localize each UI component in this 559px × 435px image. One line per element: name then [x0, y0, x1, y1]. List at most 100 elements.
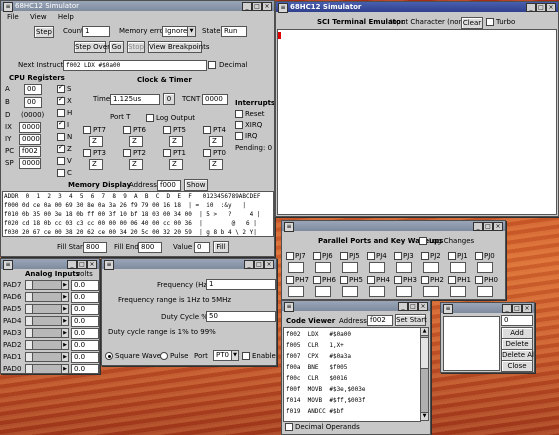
pad-value[interactable]: 0.0: [71, 292, 99, 303]
pulse-titlebar[interactable]: ≡ _ □ ×: [102, 259, 276, 270]
ph0-checkbox[interactable]: [475, 276, 483, 284]
stop-button[interactable]: Stop: [127, 41, 145, 53]
minimize-icon[interactable]: _: [67, 260, 77, 269]
flag-s-checkbox[interactable]: ✓: [57, 83, 65, 93]
close-icon[interactable]: ×: [87, 260, 97, 269]
go-button[interactable]: Go: [109, 41, 124, 53]
fill-end-input[interactable]: 800: [138, 242, 162, 253]
close-icon[interactable]: ×: [493, 222, 503, 231]
window-menu-icon[interactable]: ≡: [3, 2, 13, 12]
maximize-icon[interactable]: □: [252, 2, 262, 11]
pad-value[interactable]: 0.0: [71, 280, 99, 291]
pad-value[interactable]: 0.0: [71, 340, 99, 351]
pad-slider[interactable]: ▶: [25, 352, 69, 362]
minimize-icon[interactable]: _: [526, 3, 536, 12]
pt5-checkbox[interactable]: [163, 126, 171, 134]
maximize-icon[interactable]: □: [483, 222, 493, 231]
count-input[interactable]: 1: [82, 26, 110, 37]
close-icon[interactable]: ×: [264, 260, 274, 269]
pj7-checkbox[interactable]: [286, 252, 294, 260]
maximize-icon[interactable]: □: [408, 302, 418, 311]
pt0-checkbox[interactable]: [203, 149, 211, 157]
minimize-icon[interactable]: _: [398, 302, 408, 311]
memory-address-input[interactable]: f000: [157, 180, 181, 191]
pad-slider[interactable]: ▶: [25, 328, 69, 338]
pad-slider[interactable]: ▶: [25, 364, 69, 373]
chevron-down-icon[interactable]: ▼: [231, 351, 238, 360]
register-value[interactable]: 0000: [19, 158, 41, 169]
code-line[interactable]: f019 ANDCC #$bf: [284, 406, 420, 417]
ph3-checkbox[interactable]: [394, 276, 402, 284]
frequency-input[interactable]: 1: [206, 279, 276, 290]
code-address-input[interactable]: f002: [367, 315, 393, 326]
pt3-checkbox[interactable]: [83, 149, 91, 157]
pj4-checkbox[interactable]: [367, 252, 375, 260]
breakpoints-titlebar[interactable]: ≡ _ □ ×: [441, 303, 534, 314]
pad-value[interactable]: 0.0: [71, 316, 99, 327]
minimize-icon[interactable]: _: [502, 304, 512, 313]
maximize-icon[interactable]: □: [77, 260, 87, 269]
ph2-checkbox[interactable]: [421, 276, 429, 284]
maximize-icon[interactable]: □: [512, 304, 522, 313]
log-changes-checkbox[interactable]: [419, 237, 427, 245]
pad-value[interactable]: 0.0: [71, 304, 99, 315]
code-line[interactable]: f00a BNE $f005: [284, 362, 420, 373]
enable-checkbox[interactable]: [242, 352, 250, 360]
ph1-checkbox[interactable]: [448, 276, 456, 284]
window-menu-icon[interactable]: ≡: [284, 302, 294, 312]
flag-v-checkbox[interactable]: [57, 157, 65, 165]
minimize-icon[interactable]: _: [242, 2, 252, 11]
view-breakpoints-button[interactable]: View Breakpoints: [148, 41, 210, 53]
ph5-checkbox[interactable]: [340, 276, 348, 284]
pj5-checkbox[interactable]: [340, 252, 348, 260]
menu-help[interactable]: Help: [58, 13, 74, 21]
time-reset-button[interactable]: 0: [163, 93, 175, 105]
code-line[interactable]: f002 LDX #$0a00: [284, 329, 420, 340]
close-icon[interactable]: ×: [522, 304, 532, 313]
decimal-checkbox[interactable]: [208, 61, 216, 69]
pulse-radio[interactable]: [160, 352, 168, 360]
step-button[interactable]: Step: [34, 26, 54, 38]
pj2-checkbox[interactable]: [421, 252, 429, 260]
menu-file[interactable]: File: [7, 13, 19, 21]
step-over-button[interactable]: Step Over: [74, 41, 110, 53]
close-icon[interactable]: ×: [546, 3, 556, 12]
pj1-checkbox[interactable]: [448, 252, 456, 260]
pad-slider[interactable]: ▶: [25, 280, 69, 290]
analog-titlebar[interactable]: ≡ _ □ ×: [1, 259, 99, 270]
memory-errors-select[interactable]: Ignore ▼: [162, 26, 196, 37]
set-start-button[interactable]: Set Start: [395, 314, 427, 326]
pt6-checkbox[interactable]: [123, 126, 131, 134]
pt1-checkbox[interactable]: [163, 149, 171, 157]
code-titlebar[interactable]: ≡ _ □ ×: [282, 301, 430, 312]
turbo-checkbox[interactable]: [486, 18, 494, 26]
pad-value[interactable]: 0.0: [71, 328, 99, 339]
sci-titlebar[interactable]: ≡ 68HC12 Simulator _ □ ×: [276, 2, 558, 13]
port-select[interactable]: PT0 ▼: [213, 350, 239, 361]
register-value[interactable]: 0000: [19, 134, 41, 145]
code-line[interactable]: f007 CPX #$0a3a: [284, 351, 420, 362]
log-output-checkbox[interactable]: [146, 114, 154, 122]
square-wave-radio[interactable]: [105, 352, 113, 360]
code-line[interactable]: f00c CLR $0016: [284, 373, 420, 384]
ph6-checkbox[interactable]: [313, 276, 321, 284]
duty-cycle-input[interactable]: 50: [206, 311, 276, 322]
clear-button[interactable]: Clear: [461, 17, 483, 29]
window-menu-icon[interactable]: ≡: [104, 260, 114, 270]
register-value[interactable]: 0000: [19, 122, 41, 133]
pt4-checkbox[interactable]: [203, 126, 211, 134]
pj0-checkbox[interactable]: [475, 252, 483, 260]
xirq-interrupt-checkbox[interactable]: [235, 121, 243, 129]
window-menu-icon[interactable]: ≡: [3, 260, 13, 270]
pad-slider[interactable]: ▶: [25, 304, 69, 314]
pt2-checkbox[interactable]: [123, 149, 131, 157]
flag-c-checkbox[interactable]: [57, 169, 65, 177]
minimize-icon[interactable]: _: [473, 222, 483, 231]
pj3-checkbox[interactable]: [394, 252, 402, 260]
register-value[interactable]: f002: [19, 146, 41, 157]
breakpoint-address-input[interactable]: 0: [501, 315, 533, 326]
window-menu-icon[interactable]: ≡: [284, 222, 294, 232]
flag-h-checkbox[interactable]: [57, 109, 65, 117]
pad-value[interactable]: 0.0: [71, 352, 99, 363]
maximize-icon[interactable]: □: [254, 260, 264, 269]
